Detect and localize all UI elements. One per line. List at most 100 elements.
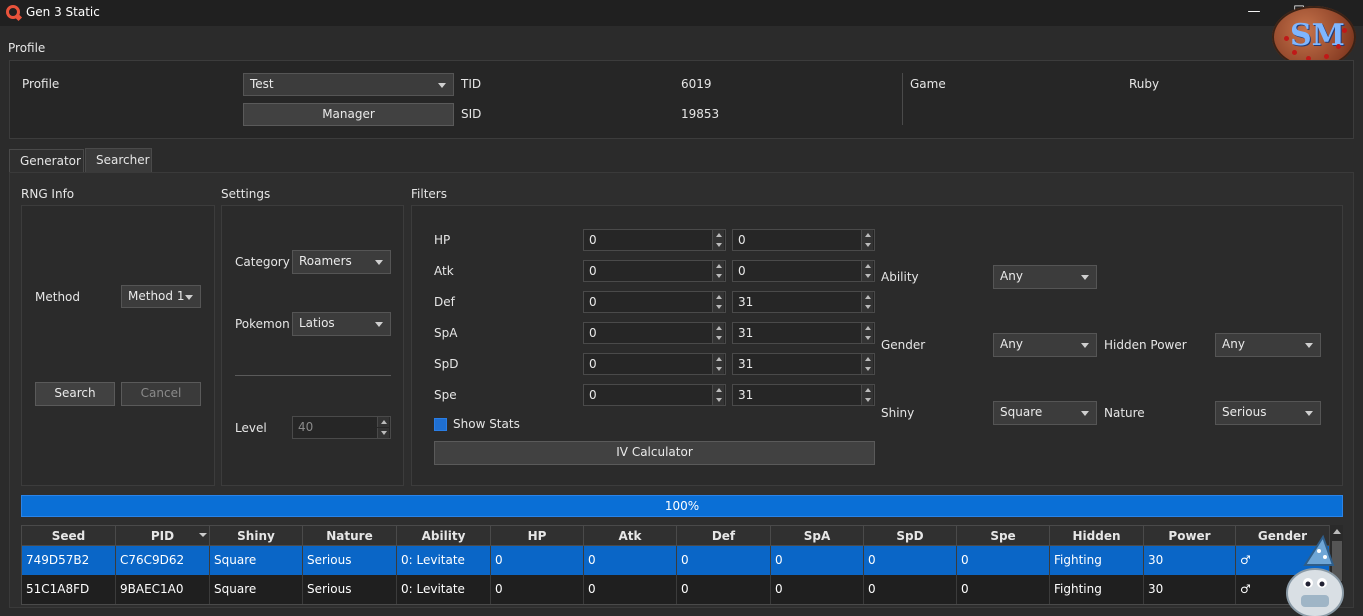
- pokemon-combo[interactable]: Latios: [292, 312, 391, 336]
- def-max-spinbox[interactable]: 31: [732, 291, 875, 313]
- rng-info-groupbox: [21, 205, 215, 486]
- spa-min: 0: [589, 326, 597, 340]
- spin-down-icon[interactable]: [712, 240, 724, 250]
- spd-min-spinbox[interactable]: 0: [583, 353, 726, 375]
- category-combo-value: Roamers: [299, 254, 352, 268]
- atk-min-spinbox[interactable]: 0: [583, 260, 726, 282]
- spin-down-icon[interactable]: [377, 428, 389, 438]
- method-combo[interactable]: Method 1: [121, 285, 201, 308]
- settings-divider: [235, 375, 391, 376]
- nature-label: Nature: [1104, 406, 1145, 420]
- spa-max-spinbox[interactable]: 31: [732, 322, 875, 344]
- chevron-down-icon: [1081, 411, 1089, 416]
- column-header-spd[interactable]: SpD: [864, 526, 957, 546]
- spin-up-icon[interactable]: [712, 292, 724, 302]
- column-header-nature[interactable]: Nature: [303, 526, 397, 546]
- spin-up-icon[interactable]: [712, 385, 724, 395]
- def-min: 0: [589, 295, 597, 309]
- level-spinbox[interactable]: 40: [292, 416, 391, 439]
- atk-max-spinbox[interactable]: 0: [732, 260, 875, 282]
- cell-power: 30: [1144, 575, 1236, 604]
- ability-combo-value: Any: [1000, 269, 1023, 283]
- spin-down-icon[interactable]: [861, 364, 873, 374]
- column-header-power[interactable]: Power: [1144, 526, 1236, 546]
- shiny-combo[interactable]: Square: [993, 401, 1097, 425]
- ability-label: Ability: [881, 270, 919, 284]
- scroll-up-icon[interactable]: [1333, 529, 1341, 534]
- game-value: Ruby: [1129, 77, 1160, 91]
- column-header-pid[interactable]: PID: [116, 526, 210, 546]
- hp-max-spinbox[interactable]: 0: [732, 229, 875, 251]
- cell-spa: 0: [771, 575, 864, 604]
- cell-spa: 0: [771, 546, 864, 575]
- spin-up-icon[interactable]: [712, 261, 724, 271]
- category-combo[interactable]: Roamers: [292, 250, 391, 274]
- spin-up-icon[interactable]: [861, 230, 873, 240]
- cell-pid: 9BAEC1A0: [116, 575, 210, 604]
- gender-combo[interactable]: Any: [993, 333, 1097, 357]
- ability-combo[interactable]: Any: [993, 265, 1097, 289]
- column-header-seed[interactable]: Seed: [22, 526, 116, 546]
- column-header-spe[interactable]: Spe: [957, 526, 1050, 546]
- spin-up-icon[interactable]: [861, 261, 873, 271]
- spin-up-icon[interactable]: [712, 230, 724, 240]
- cell-spe: 0: [957, 546, 1050, 575]
- show-stats-checkbox[interactable]: [434, 418, 447, 431]
- column-header-def[interactable]: Def: [677, 526, 771, 546]
- spin-down-icon[interactable]: [712, 333, 724, 343]
- spe-max-spinbox[interactable]: 31: [732, 384, 875, 406]
- gender-combo-value: Any: [1000, 337, 1023, 351]
- spd-max-spinbox[interactable]: 31: [732, 353, 875, 375]
- spin-up-icon[interactable]: [712, 354, 724, 364]
- cell-seed: 749D57B2: [22, 546, 116, 575]
- column-header-hp[interactable]: HP: [491, 526, 584, 546]
- minimize-icon[interactable]: —: [1244, 3, 1264, 21]
- cancel-button[interactable]: Cancel: [121, 382, 201, 406]
- spin-down-icon[interactable]: [712, 302, 724, 312]
- method-combo-value: Method 1: [128, 289, 185, 303]
- settings-label: Settings: [221, 187, 271, 201]
- column-header-ability[interactable]: Ability: [397, 526, 491, 546]
- nature-combo[interactable]: Serious: [1215, 401, 1321, 425]
- column-header-hidden[interactable]: Hidden: [1050, 526, 1144, 546]
- gender-label: Gender: [881, 338, 926, 352]
- spin-up-icon[interactable]: [861, 323, 873, 333]
- manager-button[interactable]: Manager: [243, 103, 454, 126]
- cell-hp: 0: [491, 546, 584, 575]
- chevron-down-icon: [375, 260, 383, 265]
- iv-calculator-button[interactable]: IV Calculator: [434, 441, 875, 465]
- chevron-down-icon: [438, 83, 446, 88]
- column-header-spa[interactable]: SpA: [771, 526, 864, 546]
- spin-down-icon[interactable]: [861, 271, 873, 281]
- cell-nature: Serious: [303, 546, 397, 575]
- spin-down-icon[interactable]: [712, 395, 724, 405]
- results-table[interactable]: Seed PID Shiny Nature Ability HP Atk Def…: [21, 525, 1343, 605]
- tab-searcher[interactable]: Searcher: [85, 148, 152, 173]
- column-header-atk[interactable]: Atk: [584, 526, 677, 546]
- spin-down-icon[interactable]: [861, 302, 873, 312]
- cell-ability: 0: Levitate: [397, 546, 491, 575]
- spin-down-icon[interactable]: [861, 333, 873, 343]
- spe-min-spinbox[interactable]: 0: [583, 384, 726, 406]
- def-min-spinbox[interactable]: 0: [583, 291, 726, 313]
- search-button[interactable]: Search: [35, 382, 115, 406]
- atk-max: 0: [738, 264, 746, 278]
- spin-down-icon[interactable]: [712, 364, 724, 374]
- spin-up-icon[interactable]: [377, 417, 389, 427]
- spa-min-spinbox[interactable]: 0: [583, 322, 726, 344]
- spin-down-icon[interactable]: [861, 240, 873, 250]
- category-label: Category: [235, 255, 290, 269]
- table-row[interactable]: 749D57B2 C76C9D62 Square Serious 0: Levi…: [22, 546, 1330, 575]
- column-header-shiny[interactable]: Shiny: [210, 526, 303, 546]
- spin-up-icon[interactable]: [712, 323, 724, 333]
- spin-up-icon[interactable]: [861, 292, 873, 302]
- spin-down-icon[interactable]: [861, 395, 873, 405]
- hidden-power-combo[interactable]: Any: [1215, 333, 1321, 357]
- spin-down-icon[interactable]: [712, 271, 724, 281]
- table-row[interactable]: 51C1A8FD 9BAEC1A0 Square Serious 0: Levi…: [22, 575, 1330, 604]
- hp-min-spinbox[interactable]: 0: [583, 229, 726, 251]
- spin-up-icon[interactable]: [861, 385, 873, 395]
- tab-generator[interactable]: Generator: [9, 149, 84, 173]
- spin-up-icon[interactable]: [861, 354, 873, 364]
- profile-combo[interactable]: Test: [243, 73, 454, 96]
